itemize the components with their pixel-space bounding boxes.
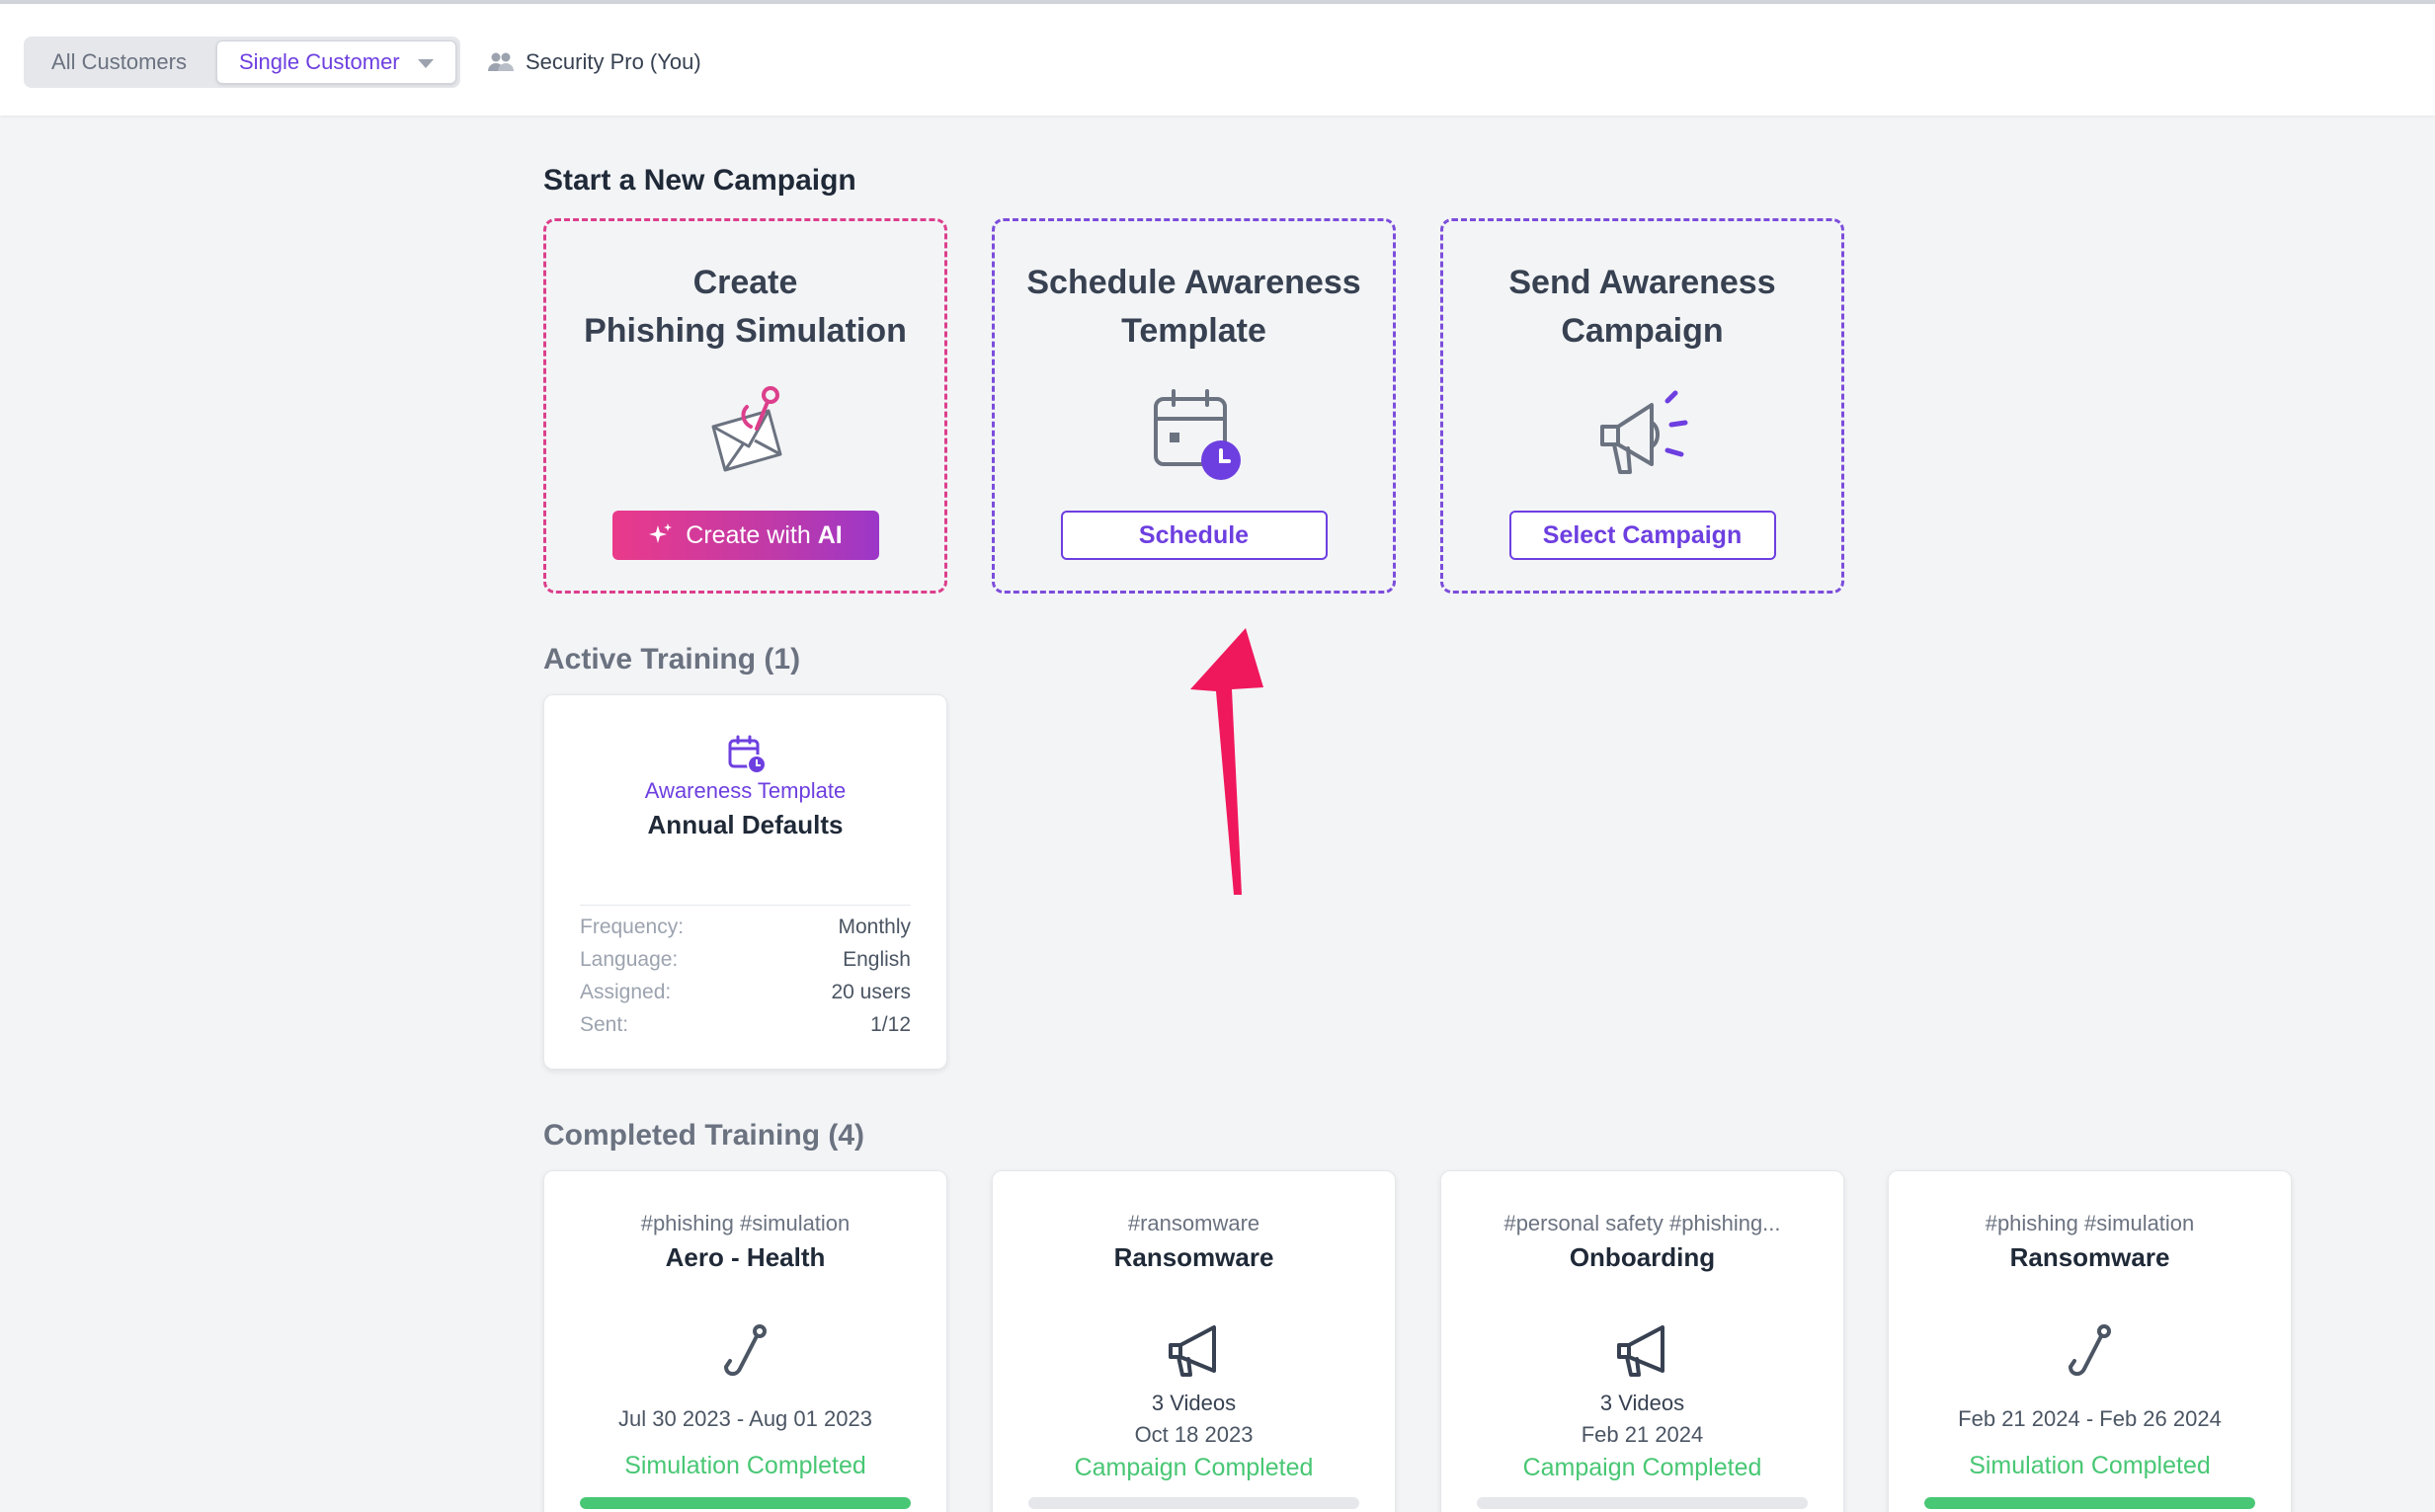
schedule-template-title: Schedule Awareness Template: [1026, 264, 1361, 350]
divider: [580, 905, 911, 906]
detail-row-language: Language: English: [580, 947, 911, 971]
progress-bar: [1477, 1497, 1808, 1509]
completed-training-card[interactable]: #ransomware Ransomware 3 Videos Oct 18 2…: [992, 1170, 1396, 1512]
training-name: Ransomware: [1113, 1242, 1274, 1272]
create-with-ai-button[interactable]: Create with AI: [611, 511, 879, 560]
training-tags: #phishing #simulation: [640, 1211, 851, 1235]
training-status: Campaign Completed: [1522, 1454, 1762, 1481]
users-icon: [488, 52, 514, 71]
training-tags: #phishing #simulation: [1985, 1211, 2195, 1235]
training-tags: #ransomware: [1127, 1211, 1260, 1235]
training-status: Campaign Completed: [1074, 1454, 1314, 1481]
training-name: Aero - Health: [665, 1242, 826, 1272]
customer-scope-toggle: All Customers Single Customer: [24, 37, 460, 88]
fishhook-icon: [2068, 1324, 2111, 1376]
detail-row-frequency: Frequency: Monthly: [580, 915, 911, 938]
schedule-button[interactable]: Schedule: [1060, 511, 1328, 560]
top-bar: All Customers Single Customer Security P…: [0, 4, 2435, 116]
send-campaign-card: Send Awareness Campaign Select Campaign: [1440, 218, 1844, 594]
progress-fill: [1924, 1497, 2255, 1509]
all-customers-tab[interactable]: All Customers: [24, 37, 214, 88]
current-user[interactable]: Security Pro (You): [486, 47, 701, 77]
training-name: Annual Defaults: [647, 810, 844, 839]
chevron-down-icon: [418, 59, 434, 68]
progress-bar: [1924, 1497, 2255, 1509]
video-count: 3 Videos: [1599, 1391, 1685, 1415]
calendar-clock-icon: [728, 735, 767, 774]
progress-bar: [1028, 1497, 1359, 1509]
training-tags: #personal safety #phishing...: [1503, 1211, 1781, 1235]
select-campaign-button[interactable]: Select Campaign: [1508, 511, 1776, 560]
video-count: 3 Videos: [1151, 1391, 1237, 1415]
training-dates: Feb 21 2024 - Feb 26 2024: [1958, 1406, 2222, 1431]
active-training-heading: Active Training (1): [543, 643, 801, 676]
training-status: Simulation Completed: [624, 1452, 866, 1479]
fishhook-icon: [723, 1324, 767, 1376]
calendar-clock-icon: [1153, 389, 1241, 480]
training-name: Onboarding: [1569, 1242, 1716, 1272]
single-customer-label: Single Customer: [239, 49, 400, 74]
completed-training-card[interactable]: #phishing #simulation Aero - Health Jul …: [543, 1170, 947, 1512]
single-customer-dropdown[interactable]: Single Customer: [216, 40, 456, 84]
training-status: Simulation Completed: [1969, 1452, 2211, 1479]
send-campaign-title: Send Awareness Campaign: [1508, 264, 1776, 350]
progress-bar: [580, 1497, 911, 1509]
create-phishing-title: Create Phishing Simulation: [584, 264, 907, 350]
training-details: Frequency: Monthly Language: English Ass…: [580, 911, 911, 1041]
create-with-ai-label: Create with AI: [686, 520, 843, 549]
megaphone-icon: [1168, 1325, 1216, 1377]
completed-training-card[interactable]: #phishing #simulation Ransomware Feb 21 …: [1888, 1170, 2292, 1512]
megaphone-icon: [1616, 1325, 1664, 1377]
progress-fill: [580, 1497, 911, 1509]
training-date: Oct 18 2023: [1134, 1422, 1254, 1447]
sparkle-icon: [649, 523, 673, 543]
training-date: Feb 21 2024: [1581, 1422, 1704, 1447]
training-name: Ransomware: [2009, 1242, 2170, 1272]
phishing-envelope-icon: [711, 386, 781, 472]
annotation-arrow-icon: [1190, 628, 1263, 895]
detail-row-sent: Sent: 1/12: [580, 1012, 911, 1036]
new-campaign-heading: Start a New Campaign: [543, 164, 856, 197]
current-user-name: Security Pro (You): [526, 49, 701, 74]
completed-training-card[interactable]: #personal safety #phishing... Onboarding…: [1440, 1170, 1844, 1512]
schedule-template-card: Schedule Awareness Template Schedule: [992, 218, 1396, 594]
active-training-card[interactable]: Awareness Template Annual Defaults Frequ…: [543, 694, 947, 1070]
create-phishing-card: Create Phishing Simulation Create with A…: [543, 218, 947, 594]
training-dates: Jul 30 2023 - Aug 01 2023: [618, 1406, 872, 1431]
completed-training-heading: Completed Training (4): [543, 1119, 865, 1152]
training-type: Awareness Template: [644, 778, 847, 803]
megaphone-icon: [1599, 390, 1687, 474]
detail-row-assigned: Assigned: 20 users: [580, 980, 911, 1003]
